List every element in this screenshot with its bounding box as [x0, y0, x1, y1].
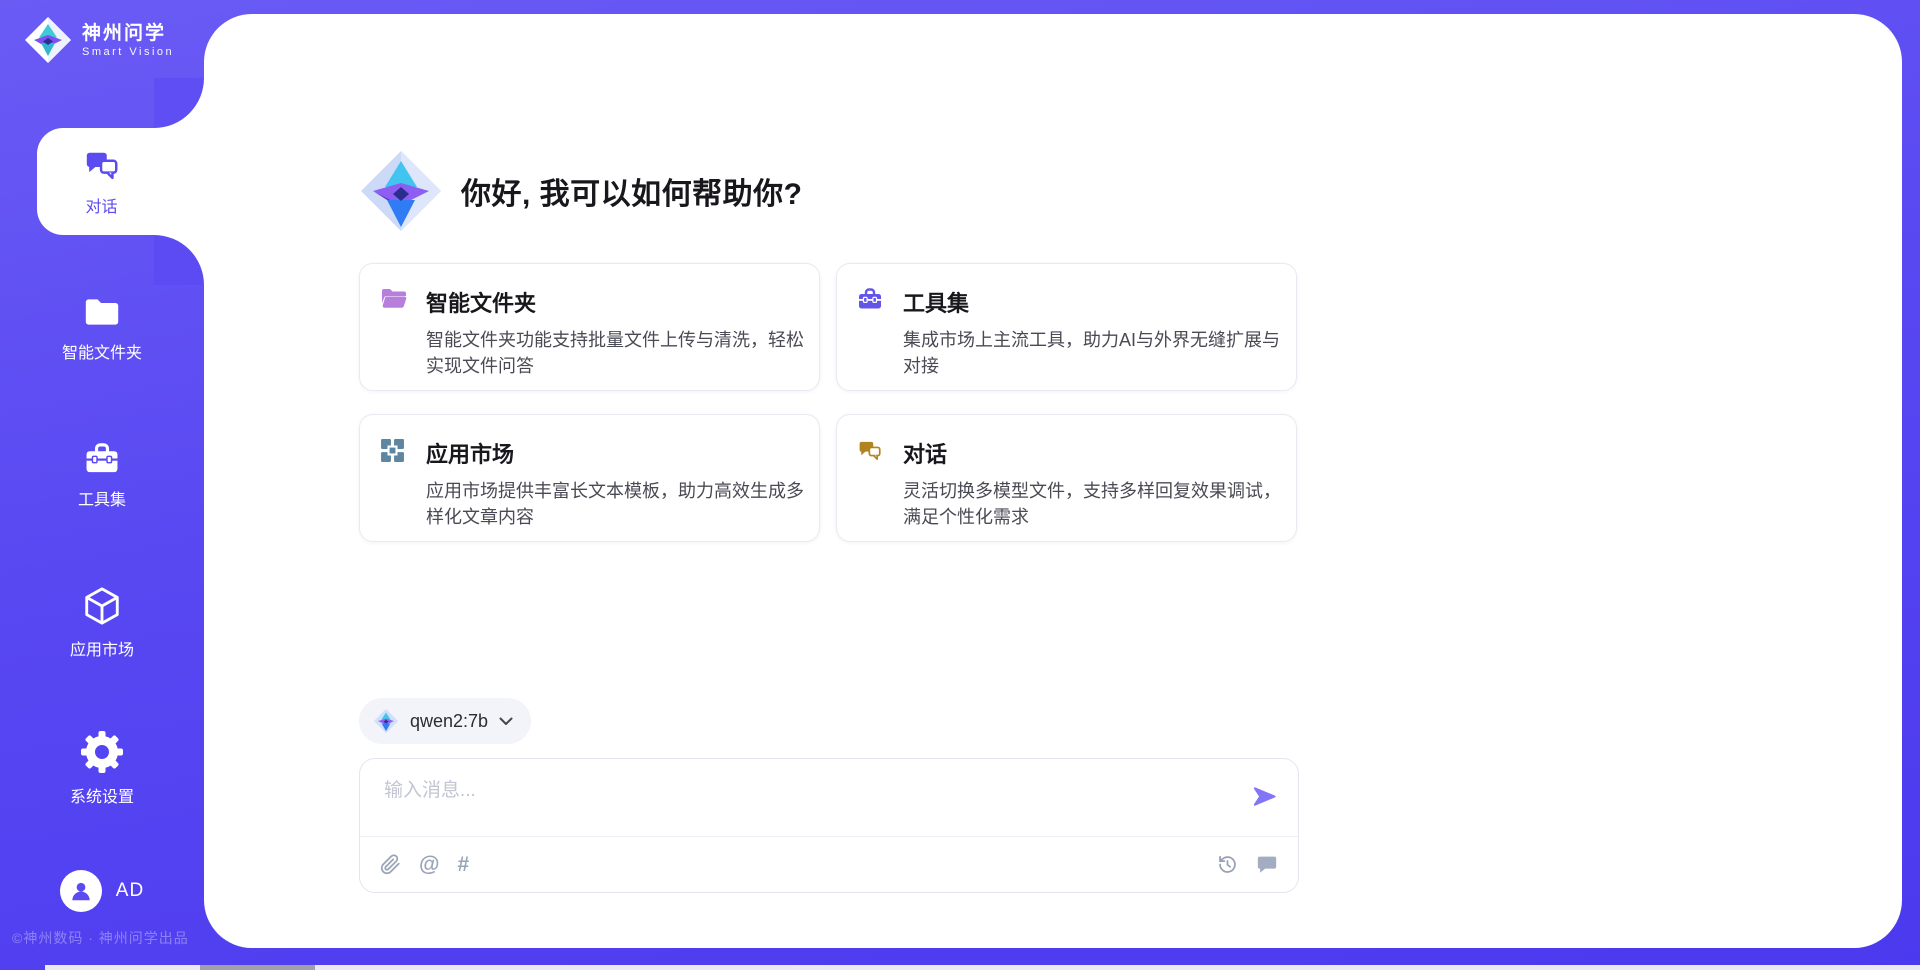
cube-icon: [81, 585, 123, 627]
history-icon[interactable]: [1217, 854, 1238, 875]
card-description: 智能文件夹功能支持批量文件上传与清洗，轻松实现文件问答: [426, 327, 815, 379]
paperclip-icon[interactable]: [380, 854, 401, 875]
model-name: qwen2:7b: [410, 711, 488, 732]
greeting-title: 你好, 我可以如何帮助你?: [461, 169, 803, 213]
chevron-down-icon: [499, 717, 513, 726]
sidebar-item-app-market[interactable]: 应用市场: [0, 585, 204, 660]
brand: 神州问学 Smart Vision: [24, 16, 174, 64]
tab-fillet-top: [154, 78, 204, 128]
folder-open-icon: [380, 287, 408, 316]
message-composer: @ #: [359, 758, 1299, 893]
topic-icon[interactable]: #: [457, 854, 469, 875]
folder-icon: [82, 294, 122, 330]
sidebar-item-smart-folder[interactable]: 智能文件夹: [0, 294, 204, 363]
card-toolset[interactable]: 工具集 集成市场上主流工具，助力AI与外界无缝扩展与对接: [836, 263, 1297, 391]
sidebar-item-label: 工具集: [78, 486, 126, 510]
chat-message-icon[interactable]: [1256, 853, 1278, 875]
card-title: 智能文件夹: [426, 286, 815, 318]
sidebar-item-label: 智能文件夹: [62, 339, 142, 363]
main-panel: 你好, 我可以如何帮助你? 智能文件夹 智能文件夹功能支持批量文件上传与清洗，轻…: [204, 14, 1902, 948]
sidebar-footer: ©神州数码 · 神州问学出品: [12, 928, 189, 948]
card-title: 工具集: [903, 286, 1292, 318]
card-title: 应用市场: [426, 437, 815, 469]
card-title: 对话: [903, 437, 1292, 469]
brand-logo-diamond-icon: [24, 16, 72, 64]
briefcase-icon: [82, 440, 122, 477]
sidebar-item-label: 应用市场: [70, 636, 134, 660]
gear-icon: [80, 730, 124, 774]
card-smart-folder[interactable]: 智能文件夹 智能文件夹功能支持批量文件上传与清洗，轻松实现文件问答: [359, 263, 820, 391]
assistant-logo-diamond-icon: [359, 149, 443, 233]
card-description: 灵活切换多模型文件，支持多样回复效果调试，满足个性化需求: [903, 478, 1292, 530]
sidebar-item-label: 对话: [85, 193, 117, 217]
chat-bubbles-icon: [83, 147, 121, 185]
user-account[interactable]: AD: [0, 870, 204, 912]
mention-icon[interactable]: @: [419, 854, 439, 875]
composer-toolbar: @ #: [360, 836, 1298, 892]
model-logo-diamond-icon: [373, 708, 399, 734]
card-chat[interactable]: 对话 灵活切换多模型文件，支持多样回复效果调试，满足个性化需求: [836, 414, 1297, 542]
horizontal-scrollbar[interactable]: [45, 965, 1920, 970]
send-icon[interactable]: [1251, 783, 1278, 810]
message-input[interactable]: [360, 759, 1230, 817]
card-app-market[interactable]: 应用市场 应用市场提供丰富长文本模板，助力高效生成多样化文章内容: [359, 414, 820, 542]
user-name: AD: [116, 880, 144, 902]
horizontal-scrollbar-thumb[interactable]: [200, 965, 315, 970]
brand-name: 神州问学: [82, 22, 174, 46]
tab-fillet-bottom: [154, 235, 204, 285]
sidebar-item-toolset[interactable]: 工具集: [0, 440, 204, 510]
grid-icon: [380, 438, 405, 468]
feature-cards: 智能文件夹 智能文件夹功能支持批量文件上传与清洗，轻松实现文件问答 工具集 集成…: [359, 263, 1297, 542]
person-icon: [68, 878, 94, 904]
sidebar-item-label: 系统设置: [70, 783, 134, 807]
greeting: 你好, 我可以如何帮助你?: [359, 149, 803, 233]
model-selector[interactable]: qwen2:7b: [359, 698, 531, 744]
sidebar-item-chat[interactable]: 对话: [37, 128, 204, 235]
sidebar-item-settings[interactable]: 系统设置: [0, 730, 204, 807]
brand-subtitle: Smart Vision: [82, 46, 174, 58]
chat-gold-icon: [857, 438, 883, 469]
avatar: [60, 870, 102, 912]
card-description: 应用市场提供丰富长文本模板，助力高效生成多样化文章内容: [426, 478, 815, 530]
card-description: 集成市场上主流工具，助力AI与外界无缝扩展与对接: [903, 327, 1292, 379]
toolbox-icon: [857, 287, 883, 316]
